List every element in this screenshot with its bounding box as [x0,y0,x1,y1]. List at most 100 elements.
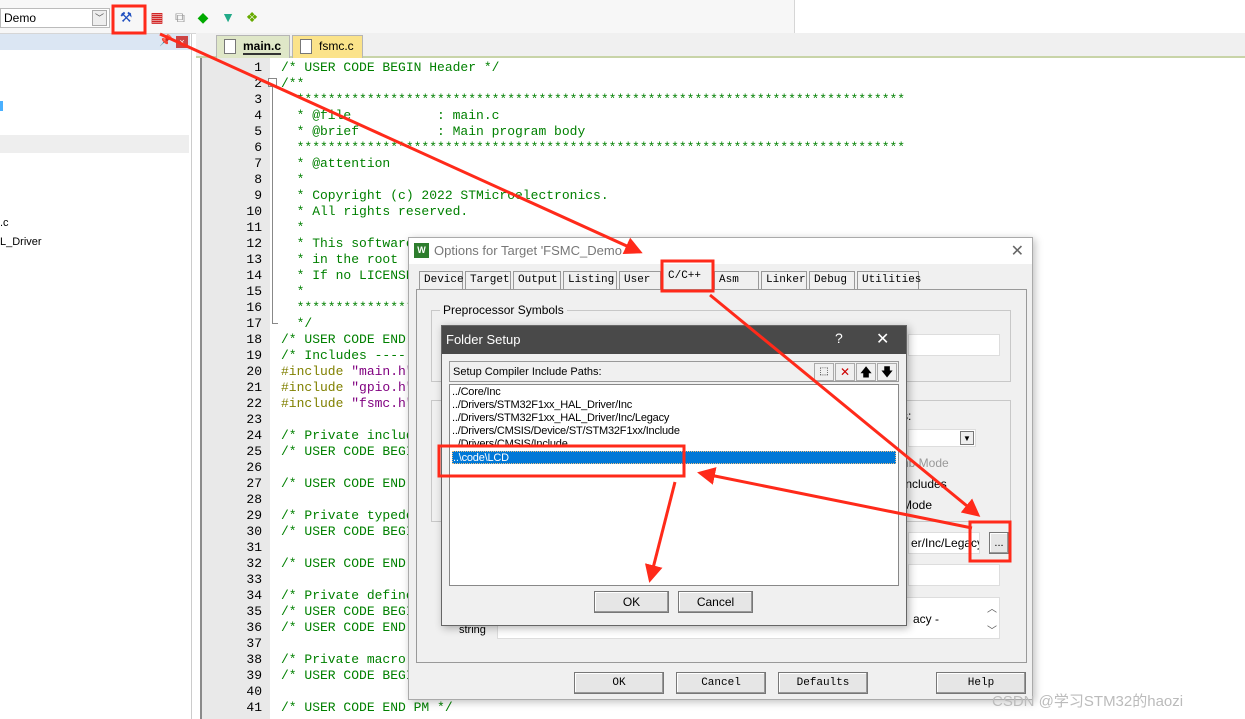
dialog-titlebar: Folder Setup ? ✕ [442,326,906,354]
code-line: * Copyright (c) 2022 STMicroelectronics. [281,188,609,204]
tab-output[interactable]: Output [513,271,561,290]
include-path-item[interactable]: ../Core/Inc [452,386,896,399]
line-number: 20 [246,364,262,379]
code-text: /* USER CODE END [281,620,406,635]
defaults-button[interactable]: Defaults [778,672,868,694]
include-path-item[interactable]: ../Drivers/CMSIS/Include [452,438,896,451]
options-for-target-icon[interactable]: ⚒ [117,8,135,26]
misc-controls-input[interactable] [908,564,1000,586]
code-line: /* Private define [281,588,414,604]
include-path-item[interactable]: ../Drivers/STM32F1xx_HAL_Driver/Inc [452,399,896,412]
pin-icon[interactable]: 📌 [159,34,173,47]
code-line: /* Includes ----- [281,348,414,364]
tab-target[interactable]: Target [465,271,511,290]
close-icon[interactable]: ✕ [1011,241,1024,261]
code-text: /* USER CODE END [281,556,406,571]
thumb-mode-checkbox[interactable]: nb Mode [902,456,949,470]
include-path-item[interactable]: ../Drivers/STM32F1xx_HAL_Driver/Inc/Lega… [452,412,896,425]
code-line: * @attention [281,156,391,172]
layers-icon[interactable]: ❖ [243,8,261,26]
tab-linker[interactable]: Linker [761,271,807,290]
scroll-up-icon[interactable]: ︿ [987,600,997,615]
help-icon[interactable]: ? [835,330,843,346]
tab-utilities[interactable]: Utilities [857,271,921,290]
line-number: 7 [254,156,262,171]
code-line: * @brief : Main program body [281,124,586,140]
tree-item[interactable]: .c [0,217,9,229]
include-paths-input[interactable]: er/Inc/Legacy [908,532,980,554]
manage-components-icon[interactable]: ▦ [148,8,166,26]
code-line: /* USER CODE END [281,332,406,348]
line-number: 29 [246,508,262,523]
optimization-select[interactable]: ▼ [908,429,976,447]
tab-user[interactable]: User [619,271,661,290]
fold-toggle-icon[interactable] [268,78,277,87]
no-auto-includes-checkbox[interactable]: Includes [902,477,947,491]
code-line: /** [281,76,304,92]
code-text: /* USER CODE END PM */ [281,700,453,715]
code-line: /* USER CODE END [281,556,406,572]
include-paths-label: Setup Compiler Include Paths: [453,366,602,378]
line-number: 25 [246,444,262,459]
tab-debug[interactable]: Debug [809,271,855,290]
code-line: /* Private typede [281,508,414,524]
code-line: * [281,220,305,236]
line-number: 15 [246,284,262,299]
compiler-control-value: acy - [913,612,940,626]
code-text: * @file : main.c [281,108,500,123]
folder-ok-button[interactable]: OK [594,591,669,613]
dialog-title: Options for Target 'FSMC_Demo [434,243,622,258]
tree-marker [0,101,3,111]
filter-icon[interactable]: ▼ [219,8,237,26]
pack-installer-icon[interactable]: ◆ [194,8,212,26]
tree-item[interactable]: L_Driver [0,236,42,248]
folder-setup-dialog: Folder Setup ? ✕ Setup Compiler Include … [441,325,907,626]
line-number: 21 [246,380,262,395]
folder-cancel-button[interactable]: Cancel [678,591,753,613]
line-number: 36 [246,620,262,635]
tab-fsmc-c[interactable]: fsmc.c [292,35,363,58]
include-paths-header: Setup Compiler Include Paths: ⬚ ✕ 🡅 🡇 [449,361,899,382]
tab-listing[interactable]: Listing [563,271,617,290]
code-text: * @attention [281,156,391,171]
tab-device[interactable]: Device [419,271,464,290]
tree-row-selected[interactable] [0,135,189,153]
tab-asm[interactable]: Asm [714,271,759,290]
code-line: /* USER CODE BEGI [281,668,414,684]
code-line: /* USER CODE END [281,620,406,636]
code-text: /* Private includ [281,428,414,443]
code-line: /* USER CODE END PM */ [281,700,453,716]
include-path-item[interactable]: ../Drivers/CMSIS/Device/ST/STM32F1xx/Inc… [452,425,896,438]
line-number: 34 [246,588,262,603]
include-paths-value: er/Inc/Legacy [911,536,980,550]
chevron-down-icon[interactable]: ▼ [960,431,974,445]
toolbar: Demo ﹀ ⚒ ▦ ⧉ ◆ ▼ ❖ [0,0,795,34]
target-select[interactable]: Demo ﹀ [0,8,110,28]
close-icon[interactable]: × [176,36,188,48]
browse-include-paths-button[interactable]: ... [989,532,1009,554]
tab-cc[interactable]: C/C++ [663,267,713,291]
line-number: 27 [246,476,262,491]
line-number: 35 [246,604,262,619]
scroll-down-icon[interactable]: ﹀ [987,622,997,637]
code-text: ****************************************… [281,140,906,155]
delete-icon[interactable]: ✕ [835,363,855,381]
code-text: /* Includes ----- [281,348,414,363]
include-path-item[interactable]: ..\code\LCD [452,451,896,464]
move-down-icon[interactable]: 🡇 [877,363,897,381]
chevron-down-icon[interactable]: ﹀ [92,10,107,26]
select-packs-icon[interactable]: ⧉ [171,8,189,26]
line-number: 8 [254,172,262,187]
code-line: /* Private includ [281,428,414,444]
code-string: "gpio.h" [351,380,414,395]
new-folder-icon[interactable]: ⬚ [814,363,834,381]
include-paths-list[interactable]: ../Core/Inc ../Drivers/STM32F1xx_HAL_Driv… [449,384,899,586]
ok-button[interactable]: OK [574,672,664,694]
cancel-button[interactable]: Cancel [676,672,766,694]
tab-main-c[interactable]: main.c [216,35,291,58]
close-icon[interactable]: ✕ [876,329,889,349]
code-line: #include "main.h" [281,364,414,380]
define-input[interactable] [908,334,1000,356]
move-up-icon[interactable]: 🡅 [856,363,876,381]
code-string: "main.h" [351,364,414,379]
